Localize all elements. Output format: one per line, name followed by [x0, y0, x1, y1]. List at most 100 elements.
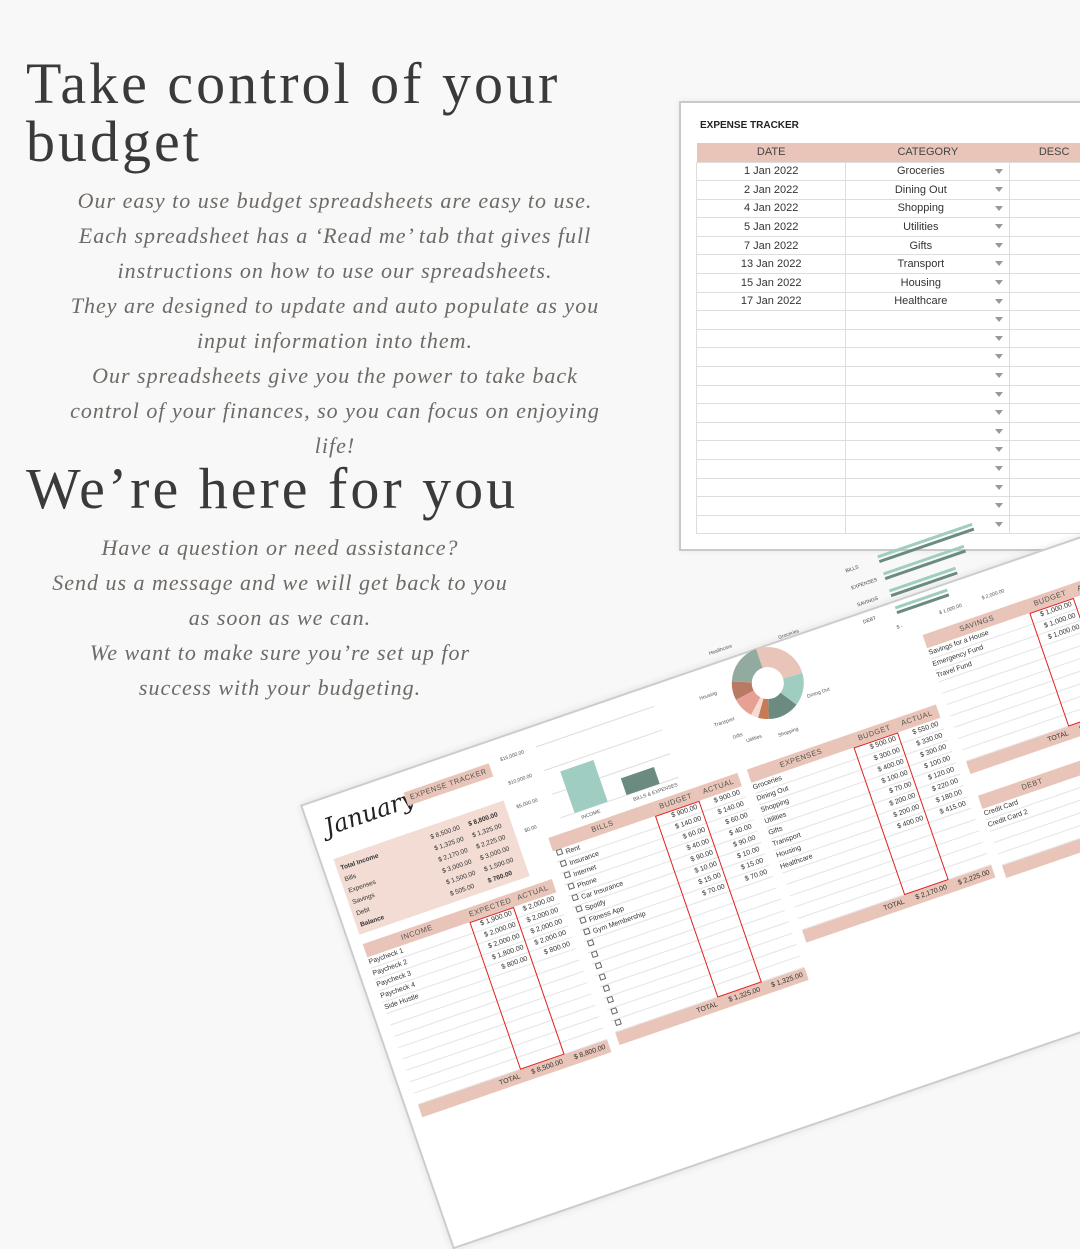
description-cell[interactable]	[1010, 515, 1080, 534]
checkbox[interactable]	[603, 984, 611, 992]
dropdown-arrow-icon[interactable]	[995, 503, 1003, 508]
description-cell[interactable]	[1010, 236, 1080, 255]
date-cell[interactable]: 1 Jan 2022	[697, 162, 846, 181]
category-cell[interactable]	[846, 367, 1010, 386]
description-cell[interactable]	[1010, 441, 1080, 460]
category-cell[interactable]: Utilities	[846, 218, 1010, 237]
checkbox[interactable]	[583, 928, 591, 936]
date-cell[interactable]	[697, 329, 846, 348]
category-cell[interactable]: Groceries	[846, 162, 1010, 181]
description-cell[interactable]	[1010, 162, 1080, 181]
checkbox[interactable]	[614, 1018, 622, 1026]
dropdown-arrow-icon[interactable]	[995, 224, 1003, 229]
date-cell[interactable]	[697, 422, 846, 441]
description-cell[interactable]	[1010, 274, 1080, 293]
dropdown-arrow-icon[interactable]	[995, 410, 1003, 415]
category-cell[interactable]: Transport	[846, 255, 1010, 274]
category-cell[interactable]: Shopping	[846, 199, 1010, 218]
dropdown-arrow-icon[interactable]	[995, 466, 1003, 471]
category-cell[interactable]	[846, 329, 1010, 348]
donut-label: Housing	[699, 690, 719, 702]
category-cell[interactable]	[846, 441, 1010, 460]
checkbox[interactable]	[579, 916, 587, 924]
intro-line: Our easy to use budget spreadsheets are …	[30, 183, 640, 218]
description-cell[interactable]	[1010, 329, 1080, 348]
category-cell[interactable]	[846, 311, 1010, 330]
dropdown-arrow-icon[interactable]	[995, 522, 1003, 527]
dropdown-arrow-icon[interactable]	[995, 261, 1003, 266]
date-cell[interactable]	[697, 515, 846, 534]
category-cell[interactable]: Healthcare	[846, 292, 1010, 311]
date-cell[interactable]: 7 Jan 2022	[697, 236, 846, 255]
checkbox[interactable]	[563, 871, 571, 879]
date-cell[interactable]	[697, 497, 846, 516]
date-cell[interactable]: 4 Jan 2022	[697, 199, 846, 218]
category-cell[interactable]	[846, 404, 1010, 423]
table-row: 1 Jan 2022Groceries	[697, 162, 1080, 181]
dropdown-arrow-icon[interactable]	[995, 243, 1003, 248]
checkbox[interactable]	[599, 973, 607, 981]
date-cell[interactable]	[697, 311, 846, 330]
date-cell[interactable]	[697, 348, 846, 367]
description-cell[interactable]	[1010, 422, 1080, 441]
contact-line: We want to make sure you’re set up for	[20, 635, 540, 670]
category-cell[interactable]	[846, 497, 1010, 516]
category-cell[interactable]	[846, 460, 1010, 479]
dropdown-arrow-icon[interactable]	[995, 447, 1003, 452]
date-cell[interactable]	[697, 385, 846, 404]
description-cell[interactable]	[1010, 199, 1080, 218]
date-cell[interactable]	[697, 441, 846, 460]
dropdown-arrow-icon[interactable]	[995, 206, 1003, 211]
dropdown-arrow-icon[interactable]	[995, 429, 1003, 434]
description-cell[interactable]	[1010, 404, 1080, 423]
checkbox[interactable]	[571, 894, 579, 902]
description-cell[interactable]	[1010, 292, 1080, 311]
checkbox[interactable]	[595, 962, 603, 970]
dropdown-arrow-icon[interactable]	[995, 373, 1003, 378]
description-cell[interactable]	[1010, 348, 1080, 367]
date-cell[interactable]	[697, 367, 846, 386]
dropdown-arrow-icon[interactable]	[995, 299, 1003, 304]
checkbox[interactable]	[575, 905, 583, 913]
date-cell[interactable]: 2 Jan 2022	[697, 181, 846, 200]
date-cell[interactable]	[697, 460, 846, 479]
checkbox[interactable]	[556, 848, 564, 856]
description-cell[interactable]	[1010, 255, 1080, 274]
category-cell[interactable]	[846, 348, 1010, 367]
date-cell[interactable]	[697, 404, 846, 423]
date-cell[interactable]	[697, 478, 846, 497]
date-cell[interactable]: 15 Jan 2022	[697, 274, 846, 293]
checkbox[interactable]	[587, 939, 595, 947]
date-cell[interactable]: 5 Jan 2022	[697, 218, 846, 237]
checkbox[interactable]	[606, 996, 614, 1004]
dropdown-arrow-icon[interactable]	[995, 187, 1003, 192]
category-cell[interactable]: Dining Out	[846, 181, 1010, 200]
expense-tracker-link[interactable]: EXPENSE TRACKER	[404, 763, 494, 806]
checkbox[interactable]	[610, 1007, 618, 1015]
description-cell[interactable]	[1010, 218, 1080, 237]
description-cell[interactable]	[1010, 181, 1080, 200]
dropdown-arrow-icon[interactable]	[995, 485, 1003, 490]
description-cell[interactable]	[1010, 311, 1080, 330]
description-cell[interactable]	[1010, 367, 1080, 386]
dropdown-arrow-icon[interactable]	[995, 280, 1003, 285]
dropdown-arrow-icon[interactable]	[995, 317, 1003, 322]
description-cell[interactable]	[1010, 497, 1080, 516]
category-cell[interactable]	[846, 478, 1010, 497]
description-cell[interactable]	[1010, 478, 1080, 497]
category-cell[interactable]: Housing	[846, 274, 1010, 293]
dropdown-arrow-icon[interactable]	[995, 169, 1003, 174]
checkbox[interactable]	[591, 950, 599, 958]
dropdown-arrow-icon[interactable]	[995, 392, 1003, 397]
description-cell[interactable]	[1010, 385, 1080, 404]
checkbox[interactable]	[567, 882, 575, 890]
dropdown-arrow-icon[interactable]	[995, 354, 1003, 359]
category-cell[interactable]	[846, 385, 1010, 404]
dropdown-arrow-icon[interactable]	[995, 336, 1003, 341]
date-cell[interactable]: 13 Jan 2022	[697, 255, 846, 274]
category-cell[interactable]: Gifts	[846, 236, 1010, 255]
category-cell[interactable]	[846, 422, 1010, 441]
date-cell[interactable]: 17 Jan 2022	[697, 292, 846, 311]
checkbox[interactable]	[560, 860, 568, 868]
description-cell[interactable]	[1010, 460, 1080, 479]
